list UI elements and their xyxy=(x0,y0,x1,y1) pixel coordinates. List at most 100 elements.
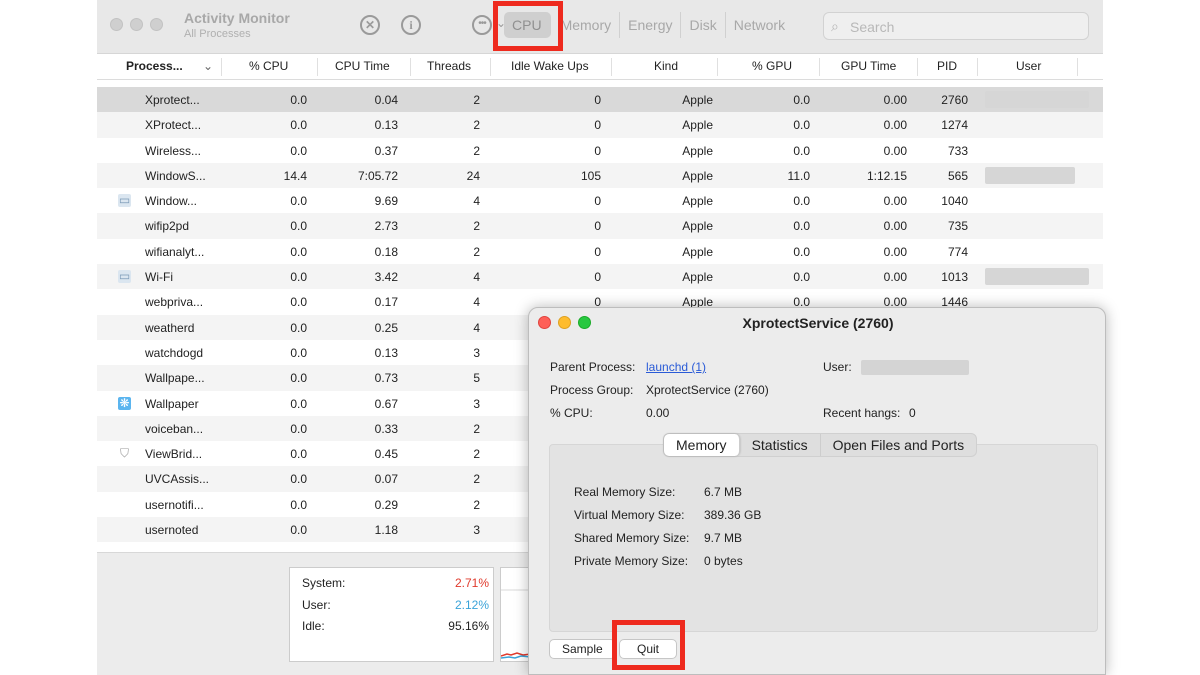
cpu-time: 3.42 xyxy=(374,270,398,285)
cpu-load-graph-lines xyxy=(500,589,532,659)
table-row[interactable]: wifianalyt... 0.0 0.18 2 0 Apple 0.0 0.00 774 xyxy=(97,239,1103,264)
cpu-percent: 0.0 xyxy=(290,295,307,310)
table-row[interactable]: Xprotect... 0.0 0.04 2 0 Apple 0.0 0.00 2760 xyxy=(97,87,1103,113)
thread-count: 4 xyxy=(473,270,480,285)
gpu-time: 0.00 xyxy=(883,93,907,107)
private-memory-value: 0 bytes xyxy=(704,554,743,568)
cpu-percent: 0.0 xyxy=(290,143,307,158)
process-id: 733 xyxy=(947,143,968,158)
tab-memory[interactable]: Memory xyxy=(664,434,740,456)
cpu-percent: 0.0 xyxy=(290,421,307,436)
tab-network[interactable]: Network xyxy=(726,12,793,38)
gpu-time: 0.00 xyxy=(883,219,907,234)
process-id: 2760 xyxy=(941,93,968,107)
gpu-time: 0.00 xyxy=(883,143,907,158)
table-row[interactable]: Wireless... 0.0 0.37 2 0 Apple 0.0 0.00 733 xyxy=(97,138,1103,163)
table-row[interactable]: ▭ Wi-Fi 0.0 3.42 4 0 Apple 0.0 0.00 1013 xyxy=(97,264,1103,290)
zoom-window-button[interactable] xyxy=(150,18,163,31)
process-name: Wireless... xyxy=(145,143,202,158)
sample-button[interactable]: Sample xyxy=(549,639,616,659)
memory-panel: Real Memory Size: 6.7 MB Virtual Memory … xyxy=(549,444,1098,632)
process-name: Xprotect... xyxy=(145,93,200,107)
process-group-value: XprotectService (2760) xyxy=(646,383,769,397)
gpu-time: 0.00 xyxy=(883,194,907,209)
process-kind: Apple xyxy=(682,118,713,133)
gpu-percent: 0.0 xyxy=(793,93,810,107)
gpu-percent: 11.0 xyxy=(787,168,810,183)
cpu-time: 0.04 xyxy=(374,93,398,107)
cpu-percent-value: 0.00 xyxy=(646,406,670,420)
thread-count: 4 xyxy=(473,295,480,310)
minimize-window-button[interactable] xyxy=(130,18,143,31)
parent-process-link[interactable]: launchd (1) xyxy=(646,360,706,374)
cpu-percent: 0.0 xyxy=(290,118,307,133)
thread-count: 2 xyxy=(473,219,480,234)
thread-count: 2 xyxy=(473,421,480,436)
cpu-percent: 0.0 xyxy=(290,371,307,386)
cpu-tab-highlight xyxy=(493,1,563,51)
close-window-button[interactable] xyxy=(110,18,123,31)
gpu-time: 1:12.15 xyxy=(866,168,907,183)
idle-value: 95.16% xyxy=(448,619,489,633)
process-name: Wallpaper xyxy=(145,396,199,411)
gpu-percent: 0.0 xyxy=(793,194,810,209)
gpu-percent: 0.0 xyxy=(793,143,810,158)
process-id: 1274 xyxy=(941,118,968,133)
process-name: Window... xyxy=(145,194,198,209)
cpu-time: 1.18 xyxy=(374,523,398,538)
idle-wake-ups: 0 xyxy=(594,244,601,259)
process-info-dialog: XprotectService (2760) Parent Process: l… xyxy=(528,307,1106,675)
cpu-load-stats: System: 2.71% User: 2.12% Idle: 95.16% xyxy=(289,567,494,662)
system-value: 2.71% xyxy=(454,576,489,590)
tab-open-files-and-ports[interactable]: Open Files and Ports xyxy=(821,434,977,456)
idle-wake-ups: 105 xyxy=(580,168,601,183)
chevron-down-icon[interactable]: ⌄ xyxy=(203,59,213,75)
cpu-percent: 0.0 xyxy=(290,523,307,538)
column-cpu[interactable]: % CPU xyxy=(249,59,288,75)
app-title: Activity Monitor xyxy=(184,10,290,26)
search-input[interactable] xyxy=(850,17,1080,37)
table-row[interactable]: wifip2pd 0.0 2.73 2 0 Apple 0.0 0.00 735 xyxy=(97,213,1103,239)
cpu-percent: 0.0 xyxy=(290,396,307,411)
column-threads[interactable]: Threads xyxy=(427,59,471,75)
info-icon[interactable]: i xyxy=(401,15,421,35)
cpu-time: 0.17 xyxy=(374,295,398,310)
cpu-percent: 0.0 xyxy=(290,497,307,512)
cpu-percent: 0.0 xyxy=(290,194,307,209)
recent-hangs-value: 0 xyxy=(909,406,916,420)
process-kind: Apple xyxy=(682,270,713,285)
thread-count: 24 xyxy=(466,168,480,183)
shared-memory-value: 9.7 MB xyxy=(704,531,743,545)
tab-energy[interactable]: Energy xyxy=(620,12,682,38)
user-value: 2.12% xyxy=(454,598,489,612)
cpu-percent: 14.4 xyxy=(283,168,307,183)
tab-disk[interactable]: Disk xyxy=(681,12,726,38)
column-cpu-time[interactable]: CPU Time xyxy=(335,59,390,75)
cpu-time: 0.29 xyxy=(374,497,398,512)
table-row[interactable]: ▭ Window... 0.0 9.69 4 0 Apple 0.0 0.00 1040 xyxy=(97,188,1103,213)
cpu-time: 0.13 xyxy=(374,118,398,133)
process-name: weatherd xyxy=(145,320,195,335)
gpu-percent: 0.0 xyxy=(793,270,810,285)
tab-statistics[interactable]: Statistics xyxy=(740,434,821,456)
wifi-app-icon: ▭ xyxy=(118,269,131,284)
table-row[interactable]: WindowS... 14.4 7:05.72 24 105 Apple 11.0 1:12.… xyxy=(97,162,1103,189)
thread-count: 2 xyxy=(473,93,480,107)
virtual-memory-value: 389.36 GB xyxy=(704,508,762,522)
stop-process-icon[interactable]: ✕ xyxy=(360,15,380,35)
column-gpu-time[interactable]: GPU Time xyxy=(841,59,896,75)
cpu-percent: 0.0 xyxy=(290,320,307,335)
column-pid[interactable]: PID xyxy=(937,59,957,75)
table-row[interactable]: XProtect... 0.0 0.13 2 0 Apple 0.0 0.00 1274 xyxy=(97,112,1103,138)
column-user[interactable]: User xyxy=(1016,59,1041,75)
cpu-time: 2.73 xyxy=(374,219,398,234)
system-label: System: xyxy=(302,576,346,590)
quit-button-highlight xyxy=(612,620,685,670)
column-idle-wake-ups[interactable]: Idle Wake Ups xyxy=(511,59,589,75)
column-process[interactable]: Process... xyxy=(126,59,183,75)
process-kind: Apple xyxy=(682,93,713,107)
thread-count: 2 xyxy=(473,143,480,158)
column-kind[interactable]: Kind xyxy=(654,59,678,75)
column-gpu[interactable]: % GPU xyxy=(752,59,792,75)
cpu-time: 0.07 xyxy=(374,472,398,487)
